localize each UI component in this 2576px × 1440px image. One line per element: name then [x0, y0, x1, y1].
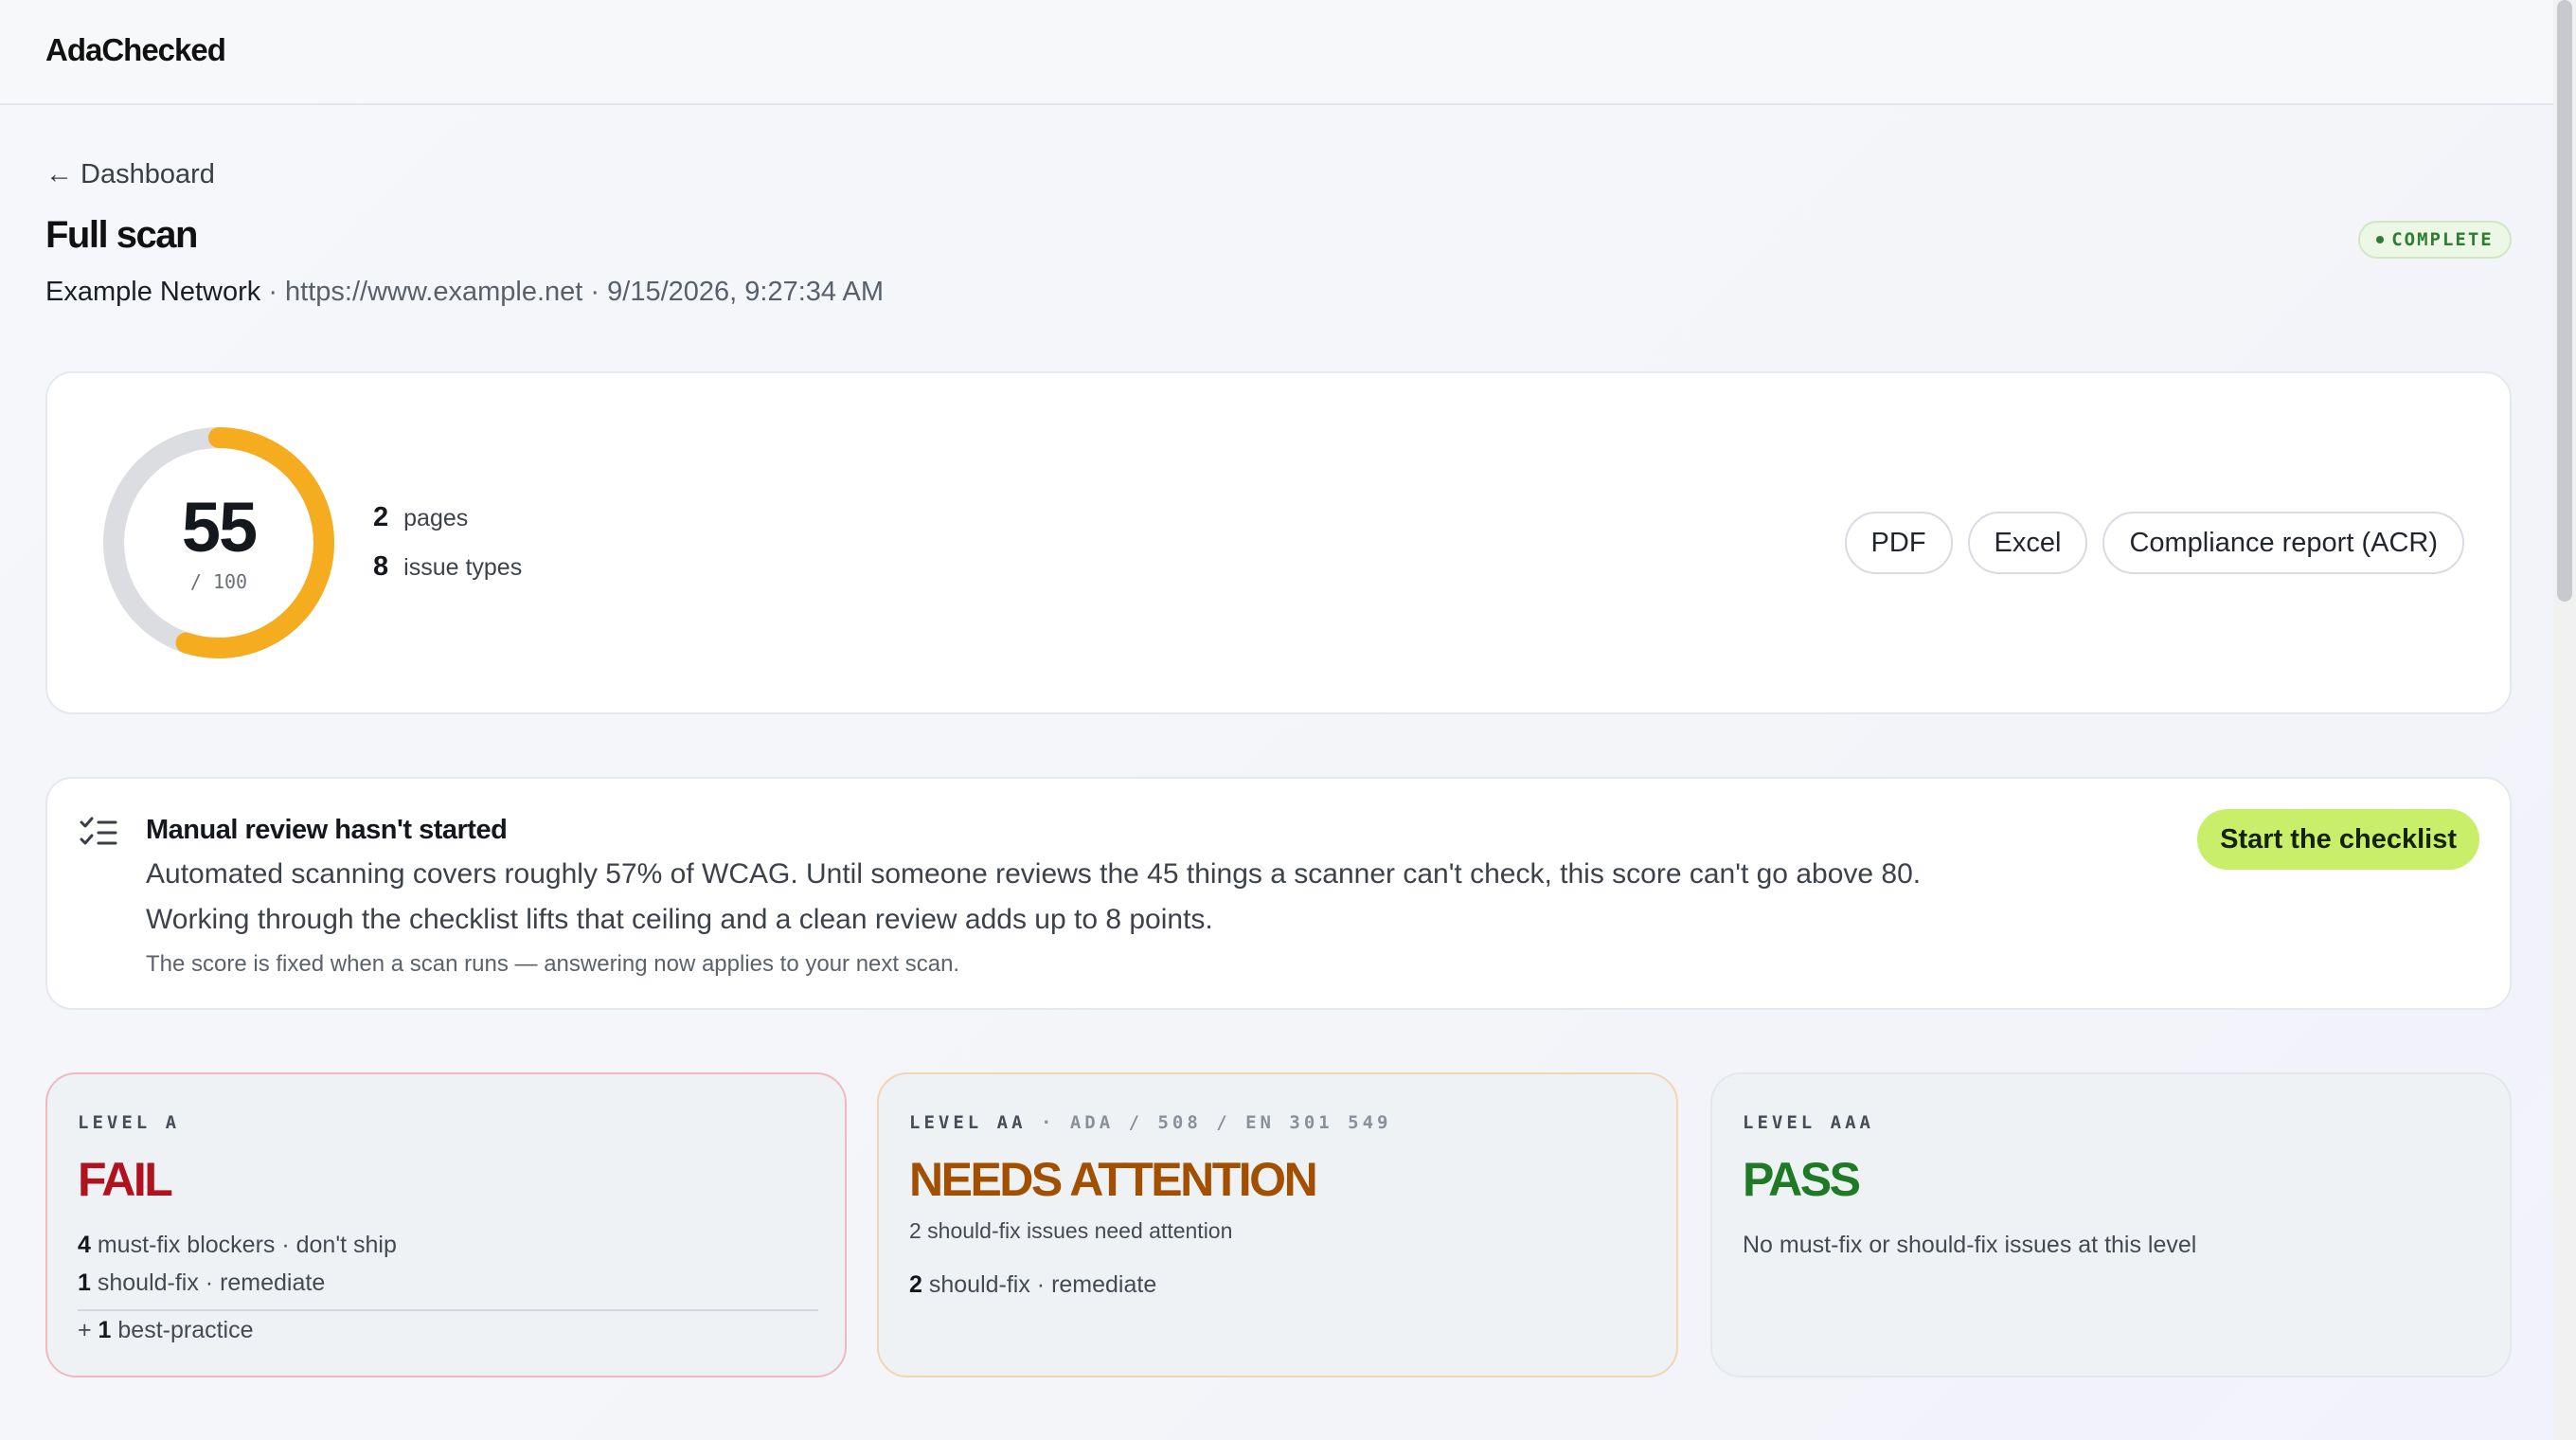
- manual-review-description: Automated scanning covers roughly 57% of…: [146, 858, 1922, 890]
- scan-site-name: Example Network: [45, 277, 261, 307]
- level-a-blockers: 4 must-fix blockers · don't ship: [78, 1232, 397, 1259]
- status-dot-icon: [2376, 236, 2385, 243]
- pages-count: 2: [373, 502, 389, 532]
- best-practice-prefix: +: [78, 1317, 98, 1343]
- level-aa-card[interactable]: LEVEL AA · ADA / 508 / EN 301 549 NEEDS …: [877, 1072, 1678, 1377]
- level-aa-verdict: NEEDS ATTENTION: [909, 1153, 1318, 1206]
- should-fix-text: should-fix · remediate: [90, 1269, 326, 1296]
- scan-meta: Example Network · https://www.example.ne…: [45, 277, 884, 308]
- checklist-icon: [80, 817, 117, 845]
- blockers-text: must-fix blockers · don't ship: [90, 1232, 397, 1258]
- level-a-divider: [78, 1309, 818, 1311]
- level-aa-label-standards: · ADA / 508 / EN 301 549: [1026, 1112, 1392, 1133]
- meta-separator: ·: [590, 277, 608, 307]
- scrollbar-thumb[interactable]: [2557, 0, 2572, 602]
- score-card: 55 / 100 2 pages 8 issue types PDF Excel…: [45, 371, 2512, 714]
- level-aaa-card[interactable]: LEVEL AAA PASS No must-fix or should-fix…: [1710, 1072, 2512, 1377]
- status-badge: COMPLETE: [2358, 221, 2512, 259]
- level-aa-summary: 2 should-fix issues need attention: [909, 1218, 1233, 1243]
- brand-logo[interactable]: AdaChecked: [45, 32, 226, 68]
- level-aaa-label: LEVEL AAA: [1743, 1112, 1874, 1133]
- level-a-verdict: FAIL: [78, 1153, 173, 1206]
- level-a-card[interactable]: LEVEL A FAIL 4 must-fix blockers · don't…: [45, 1072, 847, 1377]
- should-fix-count: 2: [909, 1271, 922, 1298]
- level-aa-label: LEVEL AA · ADA / 508 / EN 301 549: [909, 1112, 1392, 1133]
- export-pdf-button[interactable]: PDF: [1844, 512, 1953, 574]
- scan-url: https://www.example.net: [285, 277, 583, 307]
- export-excel-button[interactable]: Excel: [1967, 512, 2088, 574]
- best-practice-count: 1: [98, 1317, 112, 1343]
- best-practice-text: best-practice: [111, 1317, 254, 1343]
- level-a-label: LEVEL A: [78, 1112, 181, 1133]
- manual-review-description-2: Working through the checklist lifts that…: [146, 904, 1213, 935]
- pages-stat: 2 pages: [373, 502, 468, 533]
- score-value: 55: [181, 488, 258, 567]
- should-fix-count: 1: [78, 1269, 91, 1296]
- level-aa-label-main: LEVEL AA: [909, 1112, 1027, 1133]
- meta-separator: ·: [268, 277, 286, 307]
- level-aaa-summary: No must-fix or should-fix issues at this…: [1743, 1232, 2197, 1258]
- manual-review-title: Manual review hasn't started: [146, 815, 508, 845]
- level-aa-should-fix: 2 should-fix · remediate: [909, 1271, 1156, 1299]
- back-link-label: Dashboard: [80, 159, 215, 189]
- start-checklist-button[interactable]: Start the checklist: [2197, 809, 2479, 870]
- compliance-report-button[interactable]: Compliance report (ACR): [2102, 512, 2464, 574]
- status-badge-label: COMPLETE: [2391, 229, 2494, 250]
- scan-timestamp: 9/15/2026, 9:27:34 AM: [607, 277, 884, 307]
- should-fix-text: should-fix · remediate: [921, 1271, 1157, 1298]
- blockers-count: 4: [78, 1232, 91, 1258]
- scrollbar[interactable]: [2553, 0, 2576, 1440]
- page-title: Full scan: [45, 214, 198, 256]
- level-a-should-fix: 1 should-fix · remediate: [78, 1269, 325, 1297]
- arrow-left-icon: ←: [45, 159, 73, 189]
- level-aaa-verdict: PASS: [1743, 1153, 1861, 1206]
- back-to-dashboard-link[interactable]: ← Dashboard: [45, 159, 215, 190]
- issue-types-count: 8: [373, 551, 389, 582]
- manual-review-card: Manual review hasn't started Automated s…: [45, 777, 2512, 1010]
- top-bar: AdaChecked: [0, 0, 2553, 105]
- level-a-best-practice: + 1 best-practice: [78, 1317, 254, 1344]
- issue-types-stat: 8 issue types: [373, 551, 522, 583]
- issue-types-label: issue types: [403, 554, 523, 581]
- export-buttons: PDF Excel Compliance report (ACR): [1844, 512, 2464, 574]
- score-max: / 100: [189, 570, 248, 593]
- manual-review-note: The score is fixed when a scan runs — an…: [146, 951, 960, 977]
- pages-label: pages: [403, 505, 469, 531]
